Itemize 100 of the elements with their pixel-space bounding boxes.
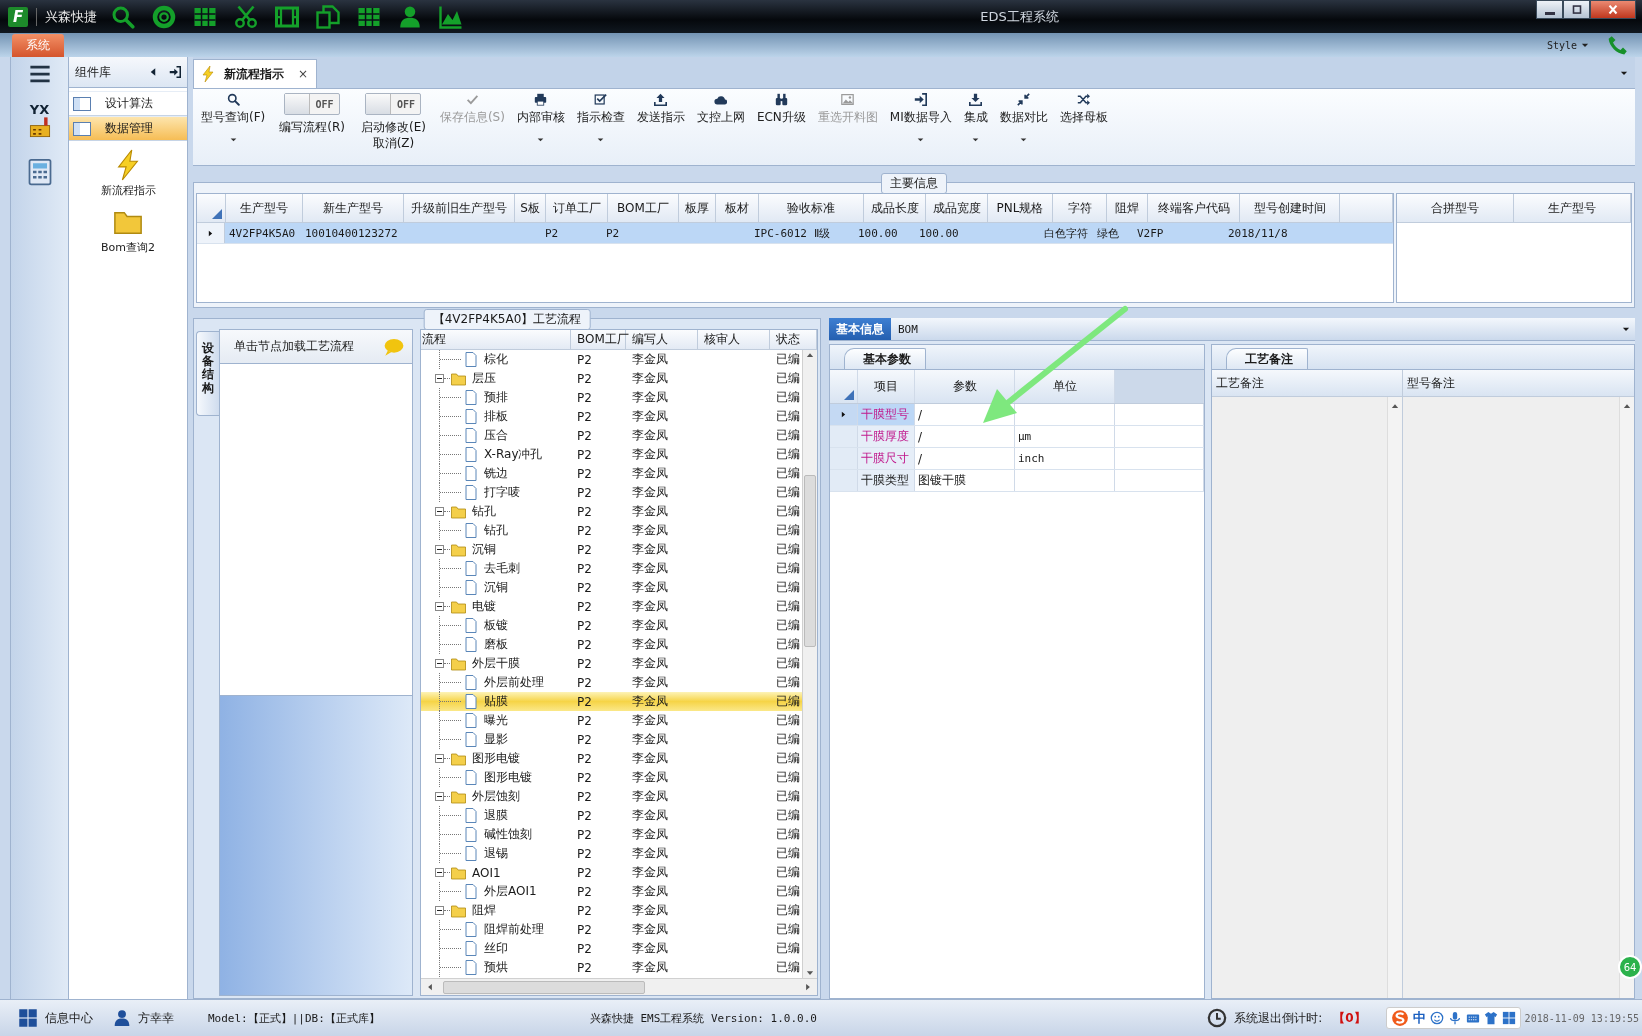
tree-row[interactable]: 阻焊前处理 P2 李金凤 已编 <box>421 920 802 939</box>
column-header[interactable]: 验收标准 <box>759 194 864 222</box>
toolbar-button[interactable]: 文控上网 <box>690 89 751 159</box>
tree-row[interactable]: 去毛刺 P2 李金凤 已编 <box>421 559 802 578</box>
scrollbar[interactable] <box>1619 397 1634 998</box>
tab[interactable]: 基本信息 <box>829 318 891 340</box>
person-icon[interactable] <box>398 4 422 29</box>
toolbar-button[interactable]: 型号查询(F) <box>195 89 272 159</box>
column-header[interactable]: 状态 <box>770 330 817 349</box>
toolbar-button[interactable]: 集成 <box>957 89 994 159</box>
column-header[interactable]: 新生产型号 <box>303 194 404 222</box>
column-header[interactable]: 流程 <box>421 330 571 349</box>
tree-row[interactable]: 显影 P2 李金凤 已编 <box>421 730 802 749</box>
close-button[interactable] <box>1590 0 1636 19</box>
column-header[interactable]: 核审人 <box>698 330 770 349</box>
smiley-icon[interactable] <box>1429 1011 1444 1025</box>
column-header[interactable]: 订单工厂 <box>546 194 608 222</box>
tree-row[interactable]: 外层AOI1 P2 李金凤 已编 <box>421 882 802 901</box>
tree-row[interactable]: 沉铜 P2 李金凤 已编 <box>421 578 802 597</box>
column-header[interactable]: 工艺备注 <box>1212 370 1402 397</box>
shirt-icon[interactable] <box>1483 1011 1498 1025</box>
close-tab-button[interactable]: × <box>298 67 309 81</box>
column-header[interactable]: 项目 <box>858 370 915 403</box>
s-logo-icon[interactable] <box>1390 1009 1409 1027</box>
status-text[interactable]: 信息中心 <box>45 1009 93 1027</box>
film-icon[interactable] <box>275 4 299 29</box>
tab[interactable]: BOM <box>891 318 925 340</box>
scroll-thumb[interactable] <box>804 475 816 647</box>
expand-toggle[interactable] <box>435 754 444 763</box>
panel-item[interactable]: 设计算法 <box>69 91 187 116</box>
toolbar-button[interactable]: 数据对比 <box>993 89 1054 159</box>
expand-toggle[interactable] <box>435 545 444 554</box>
tree-row[interactable]: 贴膜 P2 李金凤 已编 <box>421 692 802 711</box>
toggle-switch[interactable]: OFF <box>284 93 341 115</box>
ring-icon[interactable] <box>152 4 176 29</box>
tree-row[interactable]: 碱性蚀刻 P2 李金凤 已编 <box>421 825 802 844</box>
column-header[interactable]: 生产型号 <box>226 194 303 222</box>
column-header[interactable]: 成品长度 <box>864 194 926 222</box>
expand-toggle[interactable] <box>435 659 444 668</box>
table-row[interactable]: 4V2FP4K5A0 10010400123272 P2 P2 IPC-6012 Ⅱ级 100.00 100.00 白色字符 绿色 V2FP 2018/11/8 <box>197 223 1393 244</box>
tree-row[interactable]: 钻孔 P2 李金凤 已编 <box>421 521 802 540</box>
windows-icon[interactable] <box>18 1008 38 1028</box>
expand-toggle[interactable] <box>435 602 444 611</box>
tree-row[interactable]: 压合 P2 李金凤 已编 <box>421 426 802 445</box>
scrollbar[interactable] <box>421 978 817 995</box>
column-header[interactable]: 终端客户代码 <box>1148 194 1240 222</box>
pin-icon[interactable] <box>169 66 181 78</box>
maximize-button[interactable] <box>1563 0 1590 19</box>
vertical-tab[interactable]: 设备结构 <box>196 331 219 416</box>
column-header[interactable]: 字符 <box>1053 194 1107 222</box>
tree-row[interactable]: AOI1 P2 李金凤 已编 <box>421 863 802 882</box>
column-header[interactable]: 成品宽度 <box>926 194 988 222</box>
tree-row[interactable]: 外层干膜 P2 李金凤 已编 <box>421 654 802 673</box>
tree-row[interactable]: 铣边 P2 李金凤 已编 <box>421 464 802 483</box>
scissors-icon[interactable] <box>234 4 258 29</box>
toolbar-button[interactable]: 内部审核 <box>510 89 571 159</box>
expand-toggle[interactable] <box>435 374 444 383</box>
phone-icon[interactable] <box>1608 35 1628 55</box>
scroll-thumb[interactable] <box>443 980 645 994</box>
column-header[interactable]: 升级前旧生产型号 <box>404 194 515 222</box>
tree-row[interactable]: 曝光 P2 李金凤 已编 <box>421 711 802 730</box>
column-header[interactable]: 生产型号 <box>1514 194 1631 222</box>
expand-toggle[interactable] <box>435 906 444 915</box>
tree-row[interactable]: 阻焊 P2 李金凤 已编 <box>421 901 802 920</box>
menu-icon[interactable] <box>28 63 51 85</box>
toolbar-button[interactable]: 指示检查 <box>570 89 631 159</box>
scrollbar[interactable] <box>802 350 817 978</box>
toolbar-button[interactable]: 发送指示 <box>630 89 691 159</box>
tree-row[interactable]: 预烘 P2 李金凤 已编 <box>421 958 802 977</box>
column-header[interactable]: 型号备注 <box>1403 370 1634 397</box>
column-header[interactable]: 板材 <box>716 194 759 222</box>
toolbar-button[interactable]: 选择母板 <box>1053 89 1114 159</box>
tree-row[interactable]: 图形电镀 P2 李金凤 已编 <box>421 768 802 787</box>
tree-row[interactable]: 退锡 P2 李金凤 已编 <box>421 844 802 863</box>
microphone-icon[interactable] <box>1447 1011 1462 1025</box>
tree-row[interactable]: 棕化 P2 李金凤 已编 <box>421 350 802 369</box>
column-header[interactable]: S板 <box>515 194 546 222</box>
tree-row[interactable]: 图形电镀 P2 李金凤 已编 <box>421 749 802 768</box>
tree-row[interactable]: 外层蚀刻 P2 李金凤 已编 <box>421 787 802 806</box>
tree-row[interactable]: 退膜 P2 李金凤 已编 <box>421 806 802 825</box>
tree-row[interactable]: 丝印 P2 李金凤 已编 <box>421 939 802 958</box>
column-header[interactable]: 阻焊 <box>1107 194 1148 222</box>
column-header[interactable]: BOM工厂 <box>608 194 679 222</box>
column-header[interactable]: PNL规格 <box>988 194 1053 222</box>
expand-toggle[interactable] <box>435 868 444 877</box>
expand-toggle[interactable] <box>435 792 444 801</box>
toggle-switch[interactable]: OFF <box>365 93 422 115</box>
input-mode-button[interactable]: 中 <box>1412 1009 1426 1027</box>
toolbar-button[interactable]: ECN升级 <box>750 89 812 159</box>
chart-icon[interactable] <box>439 4 463 29</box>
tree-row[interactable]: 板镀 P2 李金凤 已编 <box>421 616 802 635</box>
panel-tab[interactable]: 工艺备注 <box>1226 348 1308 369</box>
expand-toggle[interactable] <box>435 507 444 516</box>
style-dropdown[interactable]: Style <box>1546 39 1590 51</box>
tree-row[interactable]: 沉铜 P2 李金凤 已编 <box>421 540 802 559</box>
tree-row[interactable]: 电镀 P2 李金凤 已编 <box>421 597 802 616</box>
tree-row[interactable]: 外层前处理 P2 李金凤 已编 <box>421 673 802 692</box>
document-tab[interactable]: 新流程指示 × <box>193 59 318 88</box>
panel-item[interactable]: 数据管理 <box>69 116 187 141</box>
tree-row[interactable]: 预排 P2 李金凤 已编 <box>421 388 802 407</box>
